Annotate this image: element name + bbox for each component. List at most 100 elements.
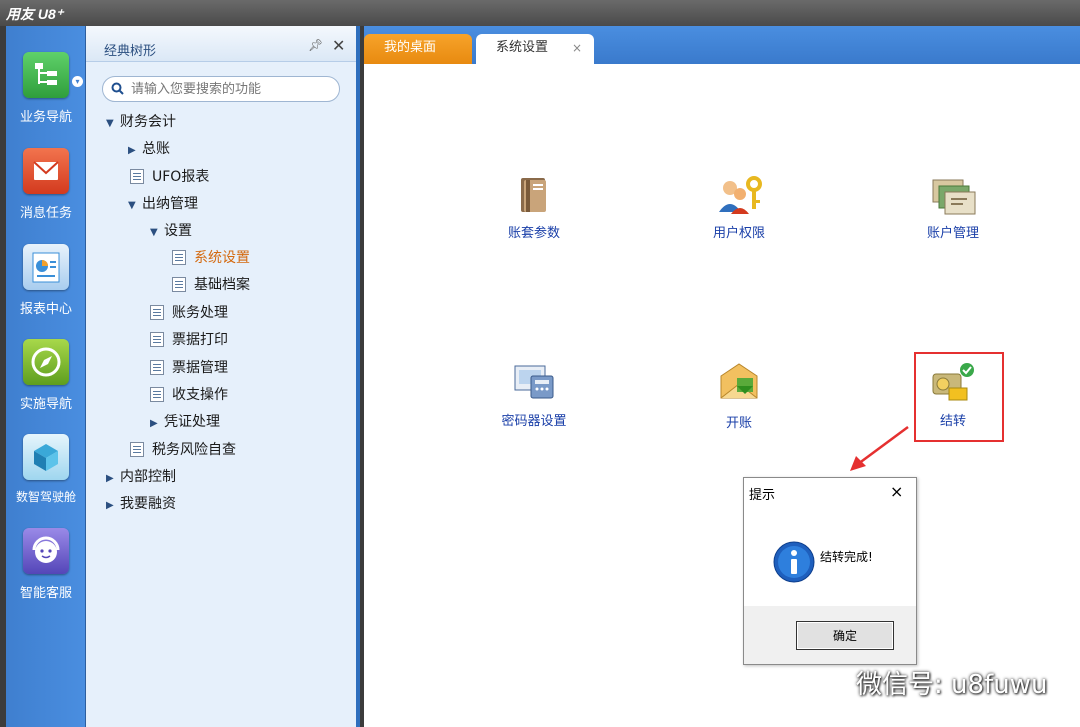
tree-node-label: 票据管理	[172, 360, 228, 376]
tree-node-cashier[interactable]: ▼ 出纳管理	[128, 193, 198, 215]
tree-node-label: 收支操作	[172, 387, 228, 403]
tree-node-label: 我要融资	[120, 496, 176, 512]
tree-node-voucher[interactable]: ▶ 凭证处理	[150, 411, 220, 433]
nav-item-message[interactable]: 消息任务	[6, 148, 86, 238]
customer-service-icon	[23, 528, 69, 574]
tree-node-label: 税务风险自查	[152, 442, 236, 458]
close-icon[interactable]: ✕	[332, 36, 345, 55]
tree-node-bill-print[interactable]: 票据打印	[150, 329, 228, 351]
close-icon[interactable]: ×	[572, 34, 582, 62]
document-icon	[150, 332, 164, 347]
func-label: 账套参数	[507, 226, 560, 241]
nav-item-implementation[interactable]: 实施导航	[6, 339, 86, 429]
func-account-set-params[interactable]: 账套参数	[484, 172, 584, 241]
tree-node-basic-archive[interactable]: 基础档案	[172, 274, 250, 296]
chevron-down-icon[interactable]: ▾	[72, 76, 83, 87]
search-box[interactable]	[102, 76, 340, 102]
title-bar: 用友 U8⁺	[0, 0, 1080, 26]
account-management-icon	[932, 179, 976, 215]
nav-item-report[interactable]: 报表中心	[6, 244, 86, 334]
tree-node-label: 账务处理	[172, 305, 228, 321]
document-icon	[172, 250, 186, 265]
close-icon[interactable]: ×	[890, 482, 903, 501]
chevron-down-icon[interactable]: ▼	[128, 195, 142, 217]
tree-node-label: 凭证处理	[164, 414, 220, 430]
tree-node-income-expense[interactable]: 收支操作	[150, 384, 228, 406]
document-icon	[130, 442, 144, 457]
nav-label: 业务导航	[19, 110, 72, 125]
app-brand: 用友 U8⁺	[6, 6, 64, 22]
tab-label: 我的桌面	[384, 40, 437, 55]
tree-node-settings[interactable]: ▼ 设置	[150, 220, 192, 242]
tree-node-label: 基础档案	[194, 277, 250, 293]
nav-label: 消息任务	[19, 206, 72, 221]
chevron-down-icon[interactable]: ▼	[150, 222, 164, 244]
tree-node-accounting[interactable]: 账务处理	[150, 302, 228, 324]
nav-item-business[interactable]: ▾ 业务导航	[6, 52, 86, 142]
tree-node-label: UFO报表	[152, 169, 210, 185]
document-icon	[130, 169, 144, 184]
dialog-message: 结转完成!	[820, 550, 873, 564]
tab-system-settings[interactable]: 系统设置 ×	[476, 34, 594, 64]
func-label: 密码器设置	[501, 414, 567, 429]
func-password-device-settings[interactable]: 密码器设置	[484, 356, 584, 429]
pin-icon[interactable]: 📌︎	[308, 38, 323, 52]
tree-node-tax-risk[interactable]: 税务风险自查	[130, 439, 236, 461]
business-nav-icon	[23, 52, 69, 98]
func-account-management[interactable]: 账户管理	[903, 172, 1003, 241]
nav-item-cockpit[interactable]: 数智驾驶舱	[6, 434, 86, 524]
nav-item-service[interactable]: 智能客服	[6, 528, 86, 618]
dialog-footer: 确定	[744, 606, 916, 664]
nav-label: 智能客服	[19, 586, 72, 601]
account-set-params-icon	[521, 178, 546, 212]
info-dialog: 提示 × 结转完成! 确定	[743, 477, 917, 665]
tree-header: 经典树形 📌︎ ✕	[86, 26, 356, 62]
open-account-icon	[720, 363, 758, 399]
chevron-right-icon[interactable]: ▶	[150, 413, 164, 435]
document-icon	[150, 360, 164, 375]
password-device-settings-icon	[514, 365, 554, 399]
chevron-down-icon[interactable]: ▼	[106, 113, 120, 135]
dialog-title: 提示	[749, 488, 776, 503]
tree-panel: 经典树形 📌︎ ✕ ▼财务会计 ▶总账 UFO报表 ▼出纳管理 ▼设置 系统设置…	[86, 26, 360, 727]
compass-icon	[23, 339, 69, 385]
tab-bar: 我的桌面 系统设置 ×	[364, 26, 1080, 64]
tree-node-label: 系统设置	[194, 250, 250, 266]
document-icon	[150, 387, 164, 402]
search-icon	[111, 82, 124, 95]
tree-node-label: 总账	[142, 141, 170, 157]
tree-node-label: 设置	[164, 223, 192, 239]
nav-label: 数智驾驶舱	[15, 490, 76, 504]
annotation-arrow-icon	[850, 425, 909, 471]
func-open-account[interactable]: 开账	[689, 358, 789, 431]
chevron-right-icon[interactable]: ▶	[106, 468, 120, 490]
report-center-icon	[23, 244, 69, 290]
tree-node-system-settings[interactable]: 系统设置	[172, 247, 250, 269]
document-icon	[172, 277, 186, 292]
tree-node-label: 内部控制	[120, 469, 176, 485]
tree-node-gl[interactable]: ▶ 总账	[128, 138, 170, 160]
tree-node-finance[interactable]: ▼ 财务会计	[106, 111, 176, 133]
chevron-right-icon[interactable]: ▶	[128, 140, 142, 162]
watermark-text: 微信号: u8fuwu	[856, 670, 1048, 700]
tree-node-financing[interactable]: ▶ 我要融资	[106, 493, 176, 515]
func-label: 用户权限	[712, 226, 765, 241]
tree-node-ufo[interactable]: UFO报表	[130, 166, 209, 188]
tab-my-desktop[interactable]: 我的桌面	[364, 34, 472, 64]
tree-node-label: 财务会计	[120, 114, 176, 130]
search-input[interactable]	[131, 80, 331, 98]
ok-button[interactable]: 确定	[796, 621, 894, 650]
tree-node-bill-management[interactable]: 票据管理	[150, 357, 228, 379]
func-user-permission[interactable]: 用户权限	[689, 172, 789, 241]
left-nav: ▾ 业务导航 消息任务 报表中心 实施导航 数智驾驶舱 智能客服	[6, 26, 86, 727]
func-label: 账户管理	[926, 226, 979, 241]
tree-node-internal-control[interactable]: ▶ 内部控制	[106, 466, 176, 488]
document-icon	[150, 305, 164, 320]
nav-label: 报表中心	[19, 302, 72, 317]
user-permission-icon	[719, 176, 762, 214]
tree-node-label: 票据打印	[172, 332, 228, 348]
func-label: 开账	[725, 416, 752, 431]
tree-title: 经典树形	[104, 44, 157, 59]
info-icon	[773, 541, 815, 583]
chevron-right-icon[interactable]: ▶	[106, 495, 120, 517]
